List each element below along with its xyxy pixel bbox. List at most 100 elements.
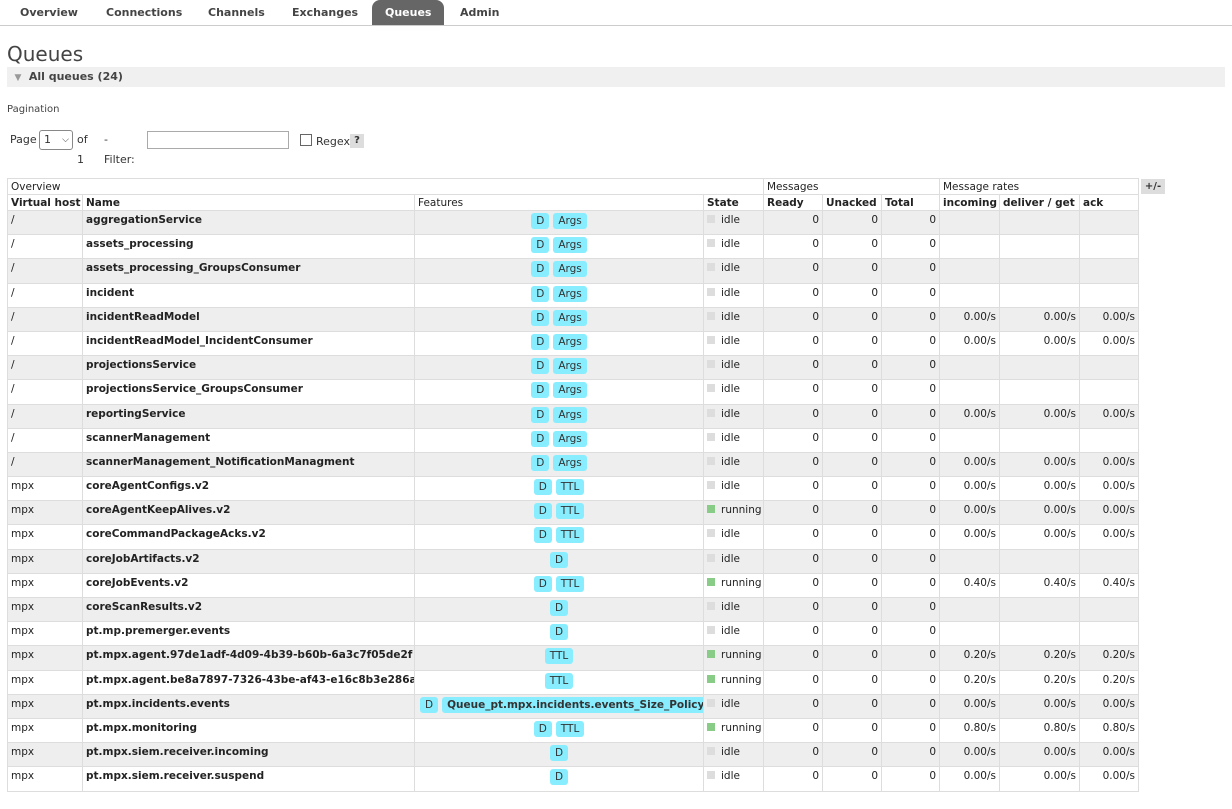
- deliver-cell: [999, 548, 1080, 574]
- features-cell: D: [414, 596, 704, 623]
- total-cell: 0: [881, 282, 940, 308]
- queue-name-link[interactable]: coreCommandPackageAcks.v2: [82, 524, 415, 550]
- unacked-cell: 0: [822, 621, 882, 647]
- queue-name-link[interactable]: incidentReadModel_IncidentConsumer: [82, 330, 415, 357]
- state-label: idle: [721, 334, 740, 347]
- deliver-cell: 0.00/s: [999, 330, 1080, 357]
- column-header-ready[interactable]: Ready: [763, 194, 823, 211]
- feature-badge: TTL: [555, 720, 585, 737]
- column-header-state[interactable]: State: [703, 194, 764, 211]
- state-label: running: [721, 721, 762, 734]
- state-label: running: [721, 649, 762, 662]
- deliver-cell: 0.00/s: [999, 451, 1080, 478]
- vhost-cell: /: [7, 379, 83, 405]
- state-indicator-icon: [707, 215, 715, 223]
- queue-name-link[interactable]: aggregationService: [82, 209, 415, 236]
- queue-name-link[interactable]: coreScanResults.v2: [82, 596, 415, 623]
- unacked-cell: 0: [822, 306, 882, 332]
- vhost-cell: mpx: [7, 645, 83, 671]
- ready-cell: 0: [763, 572, 823, 599]
- regex-help-button[interactable]: ?: [350, 134, 364, 148]
- vhost-cell: /: [7, 209, 83, 236]
- deliver-cell: 0.00/s: [999, 476, 1080, 502]
- state-label: idle: [721, 359, 740, 372]
- state-label: idle: [721, 746, 740, 759]
- vhost-cell: /: [7, 258, 83, 284]
- feature-badge: TTL: [555, 527, 585, 544]
- page-select[interactable]: 1 ⌵: [39, 130, 73, 150]
- tab-overview[interactable]: Overview: [7, 0, 91, 25]
- ready-cell: 0: [763, 427, 823, 453]
- table-row: / incidentReadModel D Args idle 0 0 0 0.00/s 0.00…: [7, 306, 1139, 332]
- queue-name-link[interactable]: scannerManagement: [82, 427, 415, 453]
- queue-name-link[interactable]: pt.mpx.siem.receiver.incoming: [82, 742, 415, 768]
- feature-badge: TTL: [544, 672, 574, 689]
- ready-cell: 0: [763, 476, 823, 502]
- state-indicator-icon: [707, 239, 715, 248]
- queue-name-link[interactable]: coreAgentConfigs.v2: [82, 476, 415, 502]
- feature-badge: TTL: [555, 479, 585, 496]
- ready-cell: 0: [763, 742, 823, 768]
- tab-connections[interactable]: Connections: [93, 0, 195, 25]
- feature-badge: Args: [553, 285, 587, 302]
- queue-name-link[interactable]: pt.mpx.agent.97de1adf-4d09-4b39-b60b-6a3…: [82, 645, 415, 671]
- deliver-cell: 0.00/s: [999, 524, 1080, 550]
- features-cell: D Args: [414, 209, 704, 236]
- queue-name-link[interactable]: projectionsService: [82, 355, 415, 381]
- queue-name-link[interactable]: incidentReadModel: [82, 306, 415, 332]
- table-row: mpx coreCommandPackageAcks.v2 D TTL idle 0 0 0 0…: [7, 524, 1139, 550]
- queue-name-link[interactable]: projectionsService_GroupsConsumer: [82, 379, 415, 405]
- state-indicator-icon: [707, 263, 715, 272]
- incoming-cell: [939, 621, 1000, 647]
- queue-name-link[interactable]: pt.mpx.incidents.events: [82, 693, 415, 719]
- column-header-ack[interactable]: ack: [1079, 194, 1139, 211]
- queue-name-link[interactable]: pt.mpx.monitoring: [82, 717, 415, 744]
- unacked-cell: 0: [822, 234, 882, 260]
- features-cell: TTL: [414, 669, 704, 695]
- queue-name-link[interactable]: reportingService: [82, 403, 415, 429]
- tab-exchanges[interactable]: Exchanges: [279, 0, 371, 25]
- vhost-cell: mpx: [7, 500, 83, 526]
- state-label: running: [721, 504, 762, 517]
- tab-queues[interactable]: Queues: [372, 0, 445, 25]
- queue-name-link[interactable]: coreAgentKeepAlives.v2: [82, 500, 415, 526]
- incoming-cell: 0.00/s: [939, 500, 1000, 526]
- queue-name-link[interactable]: assets_processing: [82, 234, 415, 260]
- toggle-columns-button[interactable]: +/-: [1141, 179, 1165, 194]
- queue-name-link[interactable]: scannerManagement_NotificationManagment: [82, 451, 415, 478]
- queue-name-link[interactable]: pt.mp.premerger.events: [82, 621, 415, 647]
- tab-admin[interactable]: Admin: [447, 0, 512, 25]
- column-header-vhost[interactable]: Virtual host: [7, 194, 83, 211]
- queue-name-link[interactable]: incident: [82, 282, 415, 308]
- regex-checkbox[interactable]: [300, 134, 312, 146]
- feature-badge: D: [531, 285, 550, 302]
- vhost-cell: mpx: [7, 669, 83, 695]
- queue-name-link[interactable]: pt.mpx.siem.receiver.suspend: [82, 766, 415, 792]
- total-cell: 0: [881, 621, 940, 647]
- column-header-total[interactable]: Total: [881, 194, 940, 211]
- queue-name-link[interactable]: coreJobEvents.v2: [82, 572, 415, 599]
- filter-input[interactable]: [147, 131, 289, 149]
- unacked-cell: 0: [822, 282, 882, 308]
- state-indicator-icon: [707, 626, 715, 635]
- state-cell: idle: [703, 379, 764, 405]
- pagination-label: Pagination: [7, 104, 60, 115]
- incoming-cell: [939, 282, 1000, 308]
- column-header-name[interactable]: Name: [82, 194, 415, 211]
- column-header-incoming[interactable]: incoming: [939, 194, 1000, 211]
- vhost-cell: mpx: [7, 596, 83, 623]
- column-header-unacked[interactable]: Unacked: [822, 194, 882, 211]
- main-nav: Overview Connections Channels Exchanges …: [0, 0, 1232, 26]
- tab-channels[interactable]: Channels: [195, 0, 278, 25]
- queue-name-link[interactable]: assets_processing_GroupsConsumer: [82, 258, 415, 284]
- queue-name-link[interactable]: pt.mpx.agent.be8a7897-7326-43be-af43-e16…: [82, 669, 415, 695]
- total-cell: 0: [881, 500, 940, 526]
- column-header-deliver-get[interactable]: deliver / get: [999, 194, 1080, 211]
- ready-cell: 0: [763, 669, 823, 695]
- all-queues-section-toggle[interactable]: ▼ All queues (24): [7, 67, 1225, 87]
- state-label: idle: [721, 262, 740, 275]
- feature-badge: Args: [553, 430, 587, 447]
- state-cell: idle: [703, 476, 764, 502]
- queue-name-link[interactable]: coreJobArtifacts.v2: [82, 548, 415, 574]
- features-cell: D Args: [414, 451, 704, 478]
